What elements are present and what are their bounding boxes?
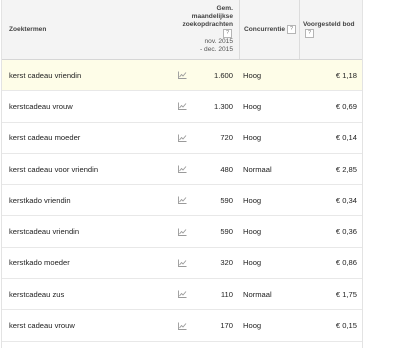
bid-cell: € 0,69 — [335, 101, 357, 111]
table-row[interactable]: kerstcadeau vrouw 1.300 Hoog € 0,69 — [2, 91, 362, 123]
table-row[interactable]: kerstkado vriendin 590 Hoog € 0,34 — [2, 185, 362, 217]
bid-cell: € 0,36 — [335, 227, 357, 237]
competition-cell: Normaal — [243, 164, 272, 174]
volume-header-line1: Gem. — [216, 5, 234, 12]
trend-chart-icon[interactable] — [173, 196, 191, 205]
volume-cell: 320 — [220, 258, 233, 268]
bid-cell: € 0,34 — [335, 195, 357, 205]
table-row[interactable]: kerstkado moeder 320 Hoog € 0,86 — [2, 248, 362, 280]
bid-header-label: Voorgesteld bod — [303, 21, 355, 28]
volume-cell: 1.300 — [213, 101, 233, 111]
table-row[interactable]: kerst cadeau voor vriendin 480 Normaal € 2,… — [2, 154, 362, 186]
bid-cell: € 0,86 — [335, 258, 357, 268]
trend-chart-icon[interactable] — [173, 290, 191, 299]
column-header-bid[interactable]: Voorgesteld bod ? — [299, 0, 362, 59]
keyword-cell[interactable]: kerst cadeau vrouw — [2, 321, 173, 330]
column-header-keyword[interactable]: Zoektermen — [2, 0, 173, 59]
column-header-competition[interactable]: Concurrentie ? — [239, 0, 299, 59]
column-header-volume[interactable]: Gem. maandelijkse zoekopdrachten ? nov. … — [173, 0, 239, 59]
trend-chart-icon[interactable] — [173, 259, 191, 267]
keyword-cell[interactable]: kerstcadeau vrouw — [2, 102, 173, 111]
trend-chart-icon[interactable] — [173, 134, 191, 142]
volume-range-line2: - dec. 2015 — [200, 46, 233, 53]
competition-cell: Hoog — [243, 258, 262, 268]
table-body: kerst cadeau vriendin 1.600 Hoog € 1,18 kers… — [2, 60, 362, 342]
keyword-cell[interactable]: kerst cadeau voor vriendin — [2, 165, 173, 174]
competition-header-label: Concurrentie — [244, 25, 286, 33]
trend-chart-icon[interactable] — [173, 228, 191, 236]
bid-cell: € 1,75 — [335, 289, 357, 299]
table-row[interactable]: kerst cadeau moeder 720 Hoog € 0,14 — [2, 123, 362, 154]
table-row[interactable]: kerstcadeau vriendin 590 Hoog € 0,36 — [2, 216, 362, 248]
trend-chart-icon[interactable] — [173, 165, 191, 173]
competition-cell: Hoog — [243, 133, 262, 143]
table-row[interactable]: kerstcadeau zus 110 Normaal € 1,75 — [2, 279, 362, 311]
keyword-ideas-table: Zoektermen Gem. maandelijkse zoekopdrach… — [1, 0, 363, 348]
volume-header-line2: maandelijkse — [191, 13, 233, 20]
volume-cell: 590 — [220, 195, 233, 205]
volume-header-line3: zoekopdrachten — [182, 21, 233, 28]
bid-cell: € 0,15 — [335, 321, 357, 331]
keyword-cell[interactable]: kerstkado moeder — [2, 258, 173, 267]
competition-cell: Hoog — [243, 70, 262, 80]
competition-cell: Hoog — [243, 101, 262, 111]
volume-cell: 480 — [220, 164, 233, 174]
bid-cell: € 1,18 — [335, 70, 357, 80]
volume-range-line1: nov. 2015 — [204, 38, 233, 45]
trend-chart-icon[interactable] — [173, 102, 191, 111]
table-row[interactable]: kerst cadeau vrouw 170 Hoog € 0,15 — [2, 310, 362, 342]
trend-chart-icon[interactable] — [173, 322, 191, 330]
competition-cell: Normaal — [243, 289, 272, 299]
help-icon[interactable]: ? — [287, 25, 297, 34]
competition-cell: Hoog — [243, 195, 262, 205]
volume-cell: 1.600 — [213, 70, 233, 80]
bid-cell: € 2,85 — [335, 164, 357, 174]
table-header: Zoektermen Gem. maandelijkse zoekopdrach… — [2, 0, 362, 60]
bid-cell: € 0,14 — [335, 133, 357, 143]
volume-cell: 720 — [220, 133, 233, 143]
keyword-cell[interactable]: kerstcadeau vriendin — [2, 227, 173, 236]
trend-chart-icon[interactable] — [173, 71, 191, 80]
keyword-cell[interactable]: kerstcadeau zus — [2, 290, 173, 299]
help-icon[interactable]: ? — [223, 29, 232, 38]
keyword-cell[interactable]: kerstkado vriendin — [2, 196, 173, 205]
table-row[interactable]: kerst cadeau vriendin 1.600 Hoog € 1,18 — [2, 60, 362, 92]
keyword-cell[interactable]: kerst cadeau vriendin — [2, 71, 173, 80]
help-icon[interactable]: ? — [305, 29, 314, 38]
competition-cell: Hoog — [243, 227, 262, 237]
competition-cell: Hoog — [243, 321, 262, 331]
volume-cell: 170 — [220, 321, 233, 331]
keyword-cell[interactable]: kerst cadeau moeder — [2, 133, 173, 142]
volume-cell: 590 — [220, 227, 233, 237]
volume-cell: 110 — [220, 289, 233, 299]
